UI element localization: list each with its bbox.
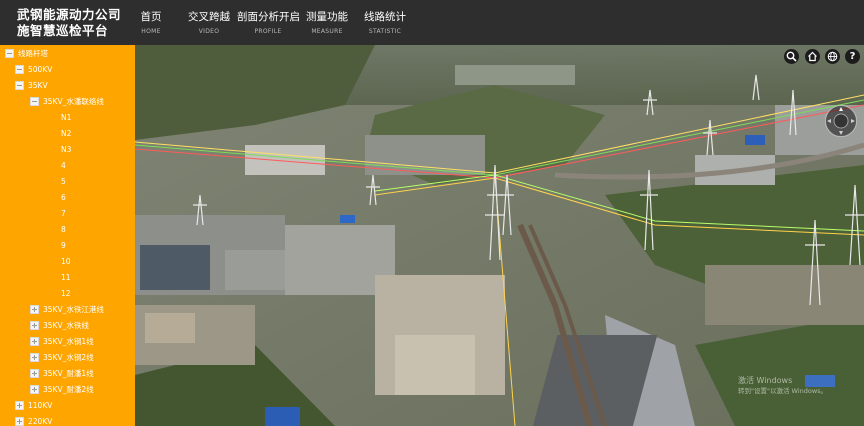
expand-icon[interactable] — [30, 336, 39, 346]
search-button[interactable] — [784, 49, 799, 64]
tree-node-220kv[interactable]: 220KV — [15, 414, 52, 426]
tree-node-line[interactable]: 35KV_水铁江港线 — [30, 302, 104, 316]
tree-node-line[interactable]: 35KV_耐潘1线 — [30, 366, 94, 380]
tree-node-label: 35KV_水潘联络线 — [43, 96, 104, 106]
app-title-line2: 施智慧巡检平台 — [17, 23, 109, 38]
tree-node-tower[interactable]: 7 — [61, 206, 66, 220]
tree-node-label: 35KV_耐潘2线 — [43, 384, 94, 394]
tree-node-label: 35KV_水钢2线 — [43, 352, 94, 362]
tree-node-35kv[interactable]: 35KV — [15, 78, 48, 92]
help-icon: ? — [849, 50, 856, 62]
tree-node-line-expanded[interactable]: 35KV_水潘联络线 — [30, 94, 104, 108]
collapse-icon[interactable] — [15, 80, 24, 90]
tree-node-tower[interactable]: 8 — [61, 222, 66, 236]
tree-node-label: 110KV — [28, 400, 53, 410]
collapse-icon[interactable] — [30, 96, 39, 106]
nav-profile-label: 剖面分析开启 — [237, 11, 300, 23]
nav-measure-sublabel: MEASURE — [311, 28, 343, 35]
help-button[interactable]: ? — [845, 49, 860, 64]
tree-node-110kv[interactable]: 110KV — [15, 398, 52, 412]
expand-icon[interactable] — [30, 368, 39, 378]
collapse-icon[interactable] — [15, 64, 24, 74]
app-title-line1: 武钢能源动力公司 — [17, 7, 122, 22]
expand-icon[interactable] — [30, 320, 39, 330]
nav-home-label: 首页 — [140, 11, 162, 23]
expand-icon[interactable] — [15, 400, 24, 410]
tree-node-line[interactable]: 35KV_水钢2线 — [30, 350, 94, 364]
top-bar: 武钢能源动力公司 施智慧巡检平台 首页 HOME 交叉跨越 VIDEO 剖面分析… — [0, 0, 864, 45]
aerial-scene — [135, 45, 864, 426]
tree-node-line[interactable]: 35KV_耐潘2线 — [30, 382, 94, 396]
tree-node-label: 线路杆塔 — [18, 48, 48, 58]
tree-node-tower[interactable]: N3 — [61, 142, 71, 156]
tree-node-root[interactable]: 线路杆塔 — [5, 46, 48, 60]
nav-measure-label: 测量功能 — [306, 11, 348, 23]
nav-video-label: 交叉跨越 — [188, 11, 230, 23]
tree-node-label: 220KV — [28, 416, 53, 426]
tree-node-tower[interactable]: 9 — [61, 238, 66, 252]
nav-statistic[interactable]: 线路统计 STATISTIC — [363, 10, 407, 37]
line-tree-panel: 线路杆塔 500KV 35KV 35KV_水潘联络线 N1 N2 N3 4 5 … — [0, 45, 135, 426]
expand-icon[interactable] — [30, 384, 39, 394]
tree-node-label: 35KV_耐潘1线 — [43, 368, 94, 378]
tree-node-tower[interactable]: 11 — [61, 270, 71, 284]
collapse-icon[interactable] — [5, 48, 14, 58]
tree-node-500kv[interactable]: 500KV — [15, 62, 52, 76]
watermark-line2: 转到"设置"以激活 Windows。 — [738, 387, 828, 395]
globe-button[interactable] — [825, 49, 840, 64]
expand-icon[interactable] — [30, 304, 39, 314]
expand-icon[interactable] — [30, 352, 39, 362]
nav-profile-sublabel: PROFILE — [254, 28, 282, 35]
tree-node-label: 35KV_水钢1线 — [43, 336, 94, 346]
tree-node-tower[interactable]: 4 — [61, 158, 66, 172]
nav-video-sublabel: VIDEO — [198, 28, 220, 35]
navigation-compass-icon[interactable] — [824, 104, 858, 138]
tree-node-tower[interactable]: 12 — [61, 286, 71, 300]
nav-profile[interactable]: 剖面分析开启 PROFILE — [237, 10, 300, 37]
search-icon — [786, 51, 797, 62]
nav-statistic-sublabel: STATISTIC — [368, 28, 402, 35]
expand-icon[interactable] — [15, 416, 24, 426]
tree-node-tower[interactable]: N1 — [61, 110, 71, 124]
tree-node-tower[interactable]: 5 — [61, 174, 66, 188]
tree-node-tower[interactable]: 10 — [61, 254, 71, 268]
map-3d-view[interactable] — [135, 45, 864, 426]
globe-icon — [827, 51, 838, 62]
nav-home-sublabel: HOME — [141, 28, 161, 35]
tree-node-tower[interactable]: 6 — [61, 190, 66, 204]
tree-node-label: 35KV_水铁线 — [43, 320, 89, 330]
app-title: 武钢能源动力公司 施智慧巡检平台 — [17, 7, 127, 39]
tree-node-label: 35KV — [28, 80, 48, 90]
tree-node-label: 35KV_水铁江港线 — [43, 304, 104, 314]
nav-video[interactable]: 交叉跨越 VIDEO — [187, 10, 231, 37]
home-button[interactable] — [805, 49, 820, 64]
nav-measure[interactable]: 测量功能 MEASURE — [305, 10, 349, 37]
watermark-line1: 激活 Windows — [738, 376, 793, 385]
nav-home[interactable]: 首页 HOME — [138, 10, 164, 37]
tree-node-tower[interactable]: N2 — [61, 126, 71, 140]
windows-activation-watermark: 激活 Windows 转到"设置"以激活 Windows。 — [738, 375, 827, 397]
nav-statistic-label: 线路统计 — [364, 11, 406, 23]
tree-node-label: 500KV — [28, 64, 53, 74]
tree-node-line[interactable]: 35KV_水钢1线 — [30, 334, 94, 348]
home-icon — [808, 51, 817, 62]
tree-node-line[interactable]: 35KV_水铁线 — [30, 318, 89, 332]
